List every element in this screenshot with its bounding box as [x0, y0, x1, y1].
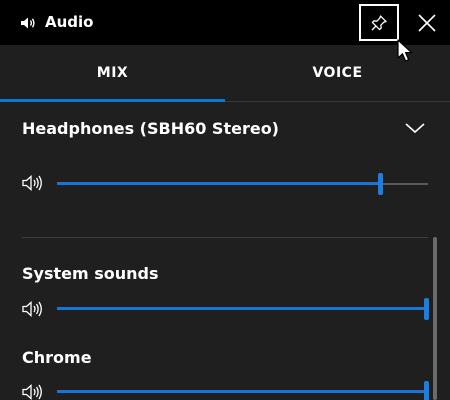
window-title: Audio	[45, 13, 94, 31]
pin-icon	[371, 14, 387, 30]
pin-button[interactable]	[359, 4, 399, 41]
speaker-icon[interactable]	[22, 384, 44, 400]
speaker-icon[interactable]	[22, 301, 44, 317]
scrollbar[interactable]	[433, 237, 437, 400]
system-sounds-volume-slider[interactable]	[57, 298, 429, 320]
slider-fill	[57, 182, 380, 185]
close-button[interactable]	[408, 4, 446, 41]
speaker-icon[interactable]	[22, 175, 44, 191]
tab-bar: MIX VOICE	[0, 45, 450, 102]
slider-fill	[57, 390, 426, 393]
slider-thumb[interactable]	[424, 381, 429, 400]
slider-thumb[interactable]	[424, 298, 429, 320]
speaker-icon	[21, 17, 35, 29]
slider-fill	[57, 307, 426, 310]
tab-mix[interactable]: MIX	[0, 45, 225, 102]
selected-tab-indicator	[0, 99, 225, 102]
app-name-system-sounds: System sounds	[22, 264, 159, 283]
audio-widget: Audio MIX VOICE Headphones (SBH60 Stereo…	[0, 0, 450, 400]
tab-mix-label: MIX	[96, 65, 129, 81]
app-name-chrome: Chrome	[22, 348, 92, 367]
section-divider	[22, 237, 428, 238]
tab-voice[interactable]: VOICE	[225, 45, 450, 101]
close-icon	[418, 13, 436, 32]
device-volume-slider[interactable]	[57, 173, 428, 195]
tab-voice-label: VOICE	[312, 65, 363, 81]
mouse-cursor-icon	[397, 39, 413, 62]
title-bar: Audio	[0, 0, 450, 45]
chrome-volume-slider[interactable]	[57, 381, 429, 400]
slider-thumb[interactable]	[377, 173, 383, 195]
device-name[interactable]: Headphones (SBH60 Stereo)	[22, 119, 279, 139]
chevron-down-icon[interactable]	[403, 120, 427, 136]
